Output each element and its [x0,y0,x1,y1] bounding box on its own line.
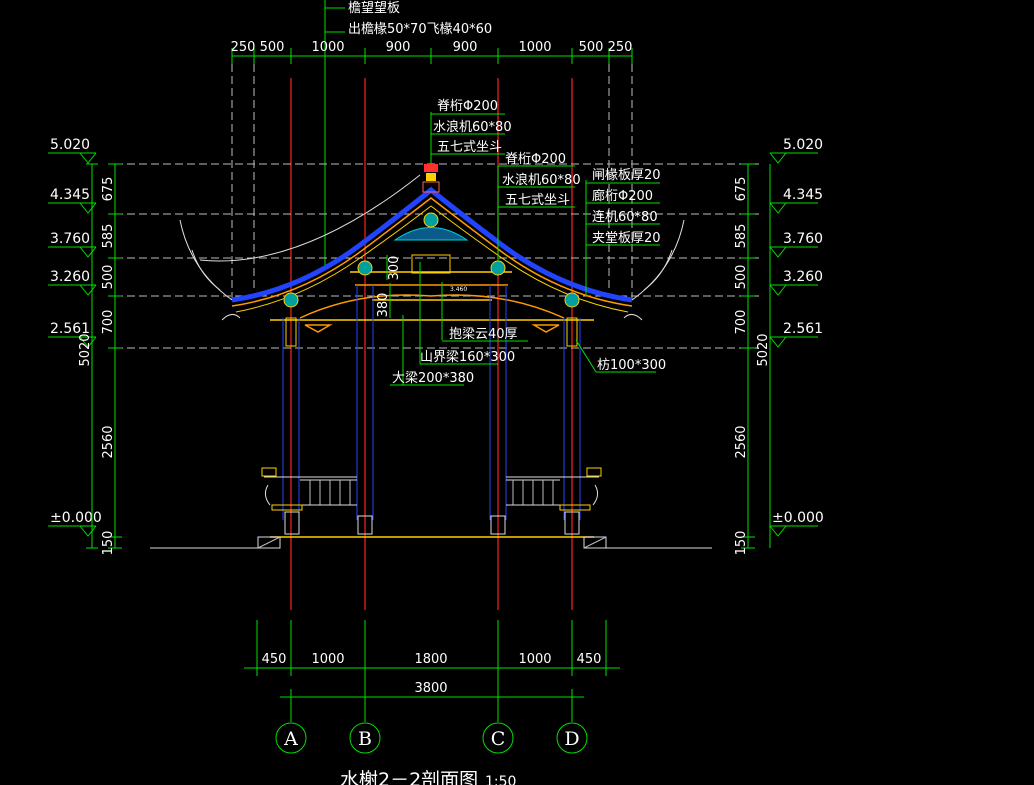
axis-bubble-c: C [491,728,506,750]
top-dim-6: 1000 [518,40,551,55]
left-level-markers: 5.020 4.345 3.760 3.260 2.561 ±0.000 [48,137,102,537]
ground-and-bases [150,511,712,549]
left-dim-150: 150 [101,531,116,556]
axis-bubble-a: A [283,728,298,750]
lower-label-3: 大梁200*380 [392,371,474,386]
mid-label-1: 脊桁Φ200 [505,152,566,167]
beam-dim-380: 380 [376,293,391,318]
bottom-dimension-chain: 450 1000 1800 1000 450 3800 [244,620,620,722]
beam-dimensions: 300 380 3.460 [376,255,467,318]
tie-beam-label: 枋100*300 [597,357,666,373]
lower-label-1: 抱梁云40厚 [449,326,518,342]
top-dim-4: 900 [386,40,411,55]
left-total-height: 5020 [78,333,93,366]
level-left-5020: 5.020 [50,137,90,153]
level-right-2561: 2.561 [783,321,823,337]
right-label-3: 连机60*80 [592,209,658,225]
right-label-1: 闸椽板厚20 [592,168,661,183]
left-dim-500: 500 [101,265,116,290]
right-labels: 闸椽板厚20 廊桁Φ200 连机60*80 夹堂板厚20 [585,168,661,296]
level-right-4345: 4.345 [783,187,823,203]
lower-labels: 抱梁云40厚 山界梁160*300 大梁200*380 枋100*300 [390,262,666,386]
level-left-000: ±0.000 [50,510,102,526]
top-dim-5: 900 [453,40,478,55]
top-dim-8: 250 [608,40,633,55]
mid-labels: 脊桁Φ200 水浪机60*80 五七式坐斗 [497,152,581,262]
right-label-4: 夹堂板厚20 [592,231,661,246]
level-right-3260: 3.260 [783,269,823,285]
right-total-height: 5020 [756,333,771,366]
level-left-4345: 4.345 [50,187,90,203]
mid-label-3: 五七式坐斗 [505,193,570,208]
mid-label-2: 水浪机60*80 [502,173,581,188]
small-level-mark: 3.460 [450,286,467,293]
axis-bubble-b: B [358,728,372,750]
beam-dim-300: 300 [387,256,402,281]
bottom-dim-4: 1000 [518,652,551,667]
top-dimension-chain: 250 500 1000 900 900 1000 500 250 [231,40,633,64]
top-dim-7: 500 [579,40,604,55]
right-dim-2560: 2560 [734,425,749,458]
right-level-markers: 5.020 4.345 3.760 3.260 2.561 ±0.000 [769,137,824,537]
right-dim-700: 700 [734,310,749,335]
ridge-label-1: 脊桁Φ200 [437,99,498,114]
bottom-dim-2: 1000 [311,652,344,667]
left-dimension-chain: 675 585 500 700 2560 150 5020 [78,163,122,556]
right-dim-675: 675 [734,177,749,202]
right-dim-585: 585 [734,224,749,249]
level-left-3760: 3.760 [50,231,90,247]
bottom-dim-1: 450 [262,652,287,667]
grid-axis-bubbles: A B C D [275,722,588,754]
right-dimension-chain: 675 585 500 700 2560 150 5020 [734,163,771,556]
bottom-total-dim: 3800 [414,681,447,696]
top-dim-3: 1000 [311,40,344,55]
ridge-labels: 脊桁Φ200 水浪机60*80 五七式坐斗 [430,99,512,164]
lower-label-2: 山界梁160*300 [420,350,515,365]
top-dim-1: 250 [231,40,256,55]
right-dim-150: 150 [734,531,749,556]
level-left-3260: 3.260 [50,269,90,285]
railings [261,467,602,511]
top-dim-2: 500 [260,40,285,55]
level-right-000: ±0.000 [772,510,824,526]
top-note-2: 出檐椽50*70飞椽40*60 [348,22,492,37]
level-right-3760: 3.760 [783,231,823,247]
left-dim-585: 585 [101,224,116,249]
top-note-1: 檐望望板 [348,0,400,16]
drawing-caption: 水榭2－2剖面图 [340,769,478,785]
axis-bubble-d: D [564,728,579,750]
left-dim-2560: 2560 [101,425,116,458]
bottom-dim-3: 1800 [414,652,447,667]
left-dim-700: 700 [101,310,116,335]
ridge-label-3: 五七式坐斗 [437,140,502,155]
ridge-label-2: 水浪机60*80 [433,120,512,135]
bottom-dim-5: 450 [577,652,602,667]
right-dim-500: 500 [734,265,749,290]
drawing-scale: 1:50 [485,774,516,785]
level-right-5020: 5.020 [783,137,823,153]
section-drawing: 檐望望板 出檐椽50*70飞椽40*60 250 500 1000 900 90… [48,0,824,785]
right-label-2: 廊桁Φ200 [592,188,653,204]
left-dim-675: 675 [101,177,116,202]
